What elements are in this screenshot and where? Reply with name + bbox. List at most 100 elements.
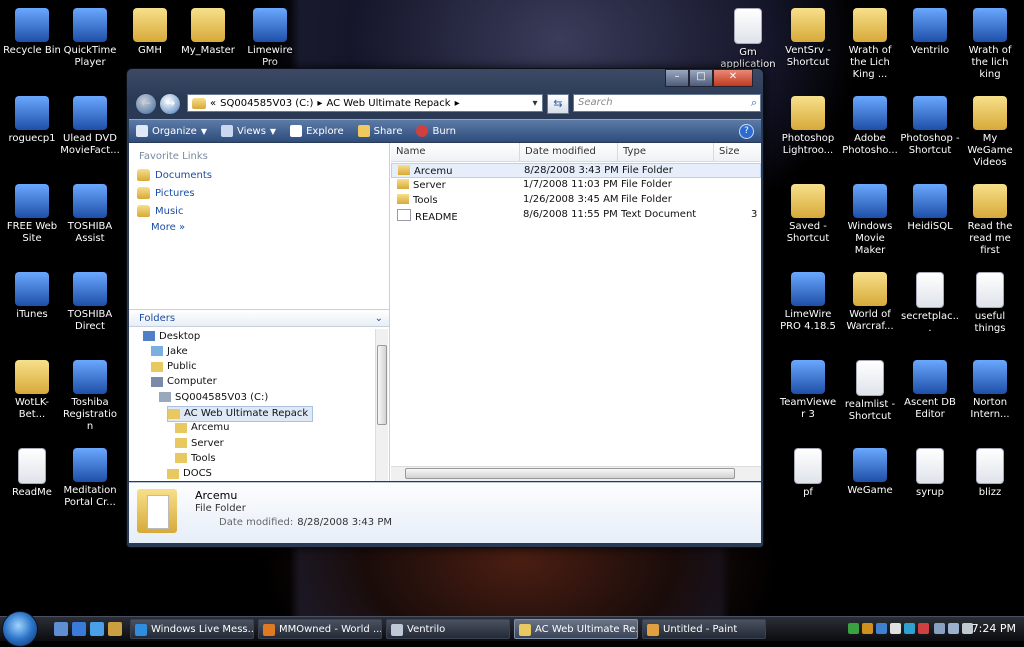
start-button[interactable] [2,611,38,647]
desktop-icon[interactable]: Wrath of the lich king [960,4,1020,84]
tree-scrollbar[interactable] [375,329,388,481]
tree-node[interactable]: Jake [151,344,188,358]
desktop-icon[interactable]: My WeGame Videos [960,92,1020,172]
taskbar-button[interactable]: MMOwned - World ... [258,619,382,639]
folders-header[interactable]: Folders ⌄ [129,309,389,327]
tree-node[interactable]: AC Web Ultimate Repack [167,405,314,422]
tree-node[interactable]: Server [175,436,224,450]
burn-button[interactable]: Burn [409,120,462,142]
tray-app-icon[interactable] [904,623,915,634]
desktop-icon[interactable]: Read the read me first [960,180,1020,260]
minimize-button[interactable]: – [665,69,689,87]
desktop-icon[interactable]: QuickTime Player [60,4,120,84]
chevron-down-icon[interactable]: ▾ [528,98,542,109]
internet-explorer-icon[interactable] [90,622,104,636]
tray-app-icon[interactable] [848,623,859,634]
tray-app-icon[interactable] [876,623,887,634]
desktop-icon[interactable]: FREE Web Site [2,180,62,260]
maximize-button[interactable]: □ [689,69,713,87]
desktop-icon[interactable]: Adobe Photosho... [840,92,900,172]
tray-app-icon[interactable] [918,623,929,634]
refresh-button[interactable]: ⇆ [547,94,569,114]
file-row[interactable]: Server 1/7/2008 11:03 PM File Folder [391,178,761,193]
taskbar-button[interactable]: AC Web Ultimate Re... [514,619,638,639]
taskbar-button[interactable]: Untitled - Paint [642,619,766,639]
favorite-pictures[interactable]: Pictures [129,184,389,202]
desktop-icon[interactable]: roguecp1 [2,92,62,172]
views-button[interactable]: Views ▼ [214,120,283,142]
scrollbar-thumb[interactable] [377,345,387,425]
file-row[interactable]: Tools 1/26/2008 3:45 AM File Folder [391,193,761,208]
breadcrumb-folder[interactable]: AC Web Ultimate Repack [326,98,450,109]
breadcrumb-separator[interactable]: ▸ [455,98,460,109]
desktop-icon[interactable]: HeidiSQL [900,180,960,260]
desktop-icon[interactable]: Ascent DB Editor [900,356,960,436]
desktop-icon[interactable]: blizz [960,444,1020,524]
column-date-modified[interactable]: Date modified [519,143,617,161]
desktop-icon[interactable]: LimeWire PRO 4.18.5 [778,268,838,348]
desktop-icon[interactable]: World of Warcraf... [840,268,900,348]
desktop-icon[interactable]: Wrath of the Lich King ... [840,4,900,84]
tray-app-icon[interactable] [890,623,901,634]
desktop-icon[interactable]: pf [778,444,838,524]
back-button[interactable]: ← [135,93,157,115]
file-row[interactable]: README 8/6/2008 11:55 PM Text Document 3 [391,208,761,223]
help-button[interactable]: ? [732,120,761,142]
breadcrumb-separator[interactable]: ▸ [317,98,322,109]
tree-node[interactable]: SQ004585V03 (C:) [159,390,268,404]
desktop-icon[interactable]: Meditation Portal Cr... [60,444,120,524]
desktop-icon[interactable]: VentSrv - Shortcut [778,4,838,84]
tray-app-icon[interactable] [862,623,873,634]
desktop-icon[interactable]: Recycle Bin [2,4,62,84]
network-icon[interactable] [934,623,945,634]
desktop-icon[interactable]: useful things [960,268,1020,348]
close-button[interactable]: ✕ [713,69,753,87]
desktop-icon[interactable]: TOSHIBA Assist [60,180,120,260]
taskbar-button[interactable]: Windows Live Mess... [130,619,254,639]
clock[interactable]: 7:24 PM [972,617,1016,641]
share-button[interactable]: Share [351,120,410,142]
scrollbar-thumb[interactable] [405,468,735,479]
favorite-documents[interactable]: Documents [129,166,389,184]
column-type[interactable]: Type [617,143,713,161]
more-link[interactable]: More » [129,220,389,235]
forward-button[interactable]: → [159,93,181,115]
taskbar-button[interactable]: Ventrilo [386,619,510,639]
column-size[interactable]: Size [713,143,761,161]
search-input[interactable]: Search ⌕ [573,94,761,112]
desktop-icon[interactable]: Saved - Shortcut [778,180,838,260]
desktop-icon[interactable]: Toshiba Registration [60,356,120,436]
desktop-icon[interactable]: Windows Movie Maker [840,180,900,260]
tree-node[interactable]: Arcemu [175,421,229,435]
desktop-icon[interactable]: Norton Intern... [960,356,1020,436]
switch-windows-icon[interactable] [72,622,86,636]
desktop-icon[interactable]: TOSHIBA Direct [60,268,120,348]
organize-button[interactable]: Organize ▼ [129,120,214,142]
tree-node[interactable]: Computer [151,375,217,389]
tree-node[interactable]: Desktop [143,329,200,343]
favorite-music[interactable]: Music [129,202,389,220]
search-icon[interactable]: ⌕ [751,96,757,110]
show-desktop-icon[interactable] [54,622,68,636]
desktop-icon[interactable]: syrup [900,444,960,524]
quick-launch-more-icon[interactable] [108,622,122,636]
tree-node[interactable]: Tools [175,451,216,465]
desktop-icon[interactable]: iTunes [2,268,62,348]
desktop-icon[interactable]: Photoshop - Shortcut [900,92,960,172]
desktop-icon[interactable]: Photoshop Lightroo... [778,92,838,172]
breadcrumb-drive[interactable]: SQ004585V03 (C:) [220,98,313,109]
volume-icon[interactable] [948,623,959,634]
desktop-icon[interactable]: Ventrilo [900,4,960,84]
desktop-icon[interactable]: ReadMe [2,444,62,524]
address-bar[interactable]: « SQ004585V03 (C:) ▸ AC Web Ultimate Rep… [187,94,543,112]
file-row[interactable]: Arcemu 8/28/2008 3:43 PM File Folder [391,163,761,178]
desktop-icon[interactable]: secretplac... [900,268,960,348]
file-list-scrollbar[interactable] [391,466,761,481]
desktop-icon[interactable]: WotLK-Bet... [2,356,62,436]
desktop-icon[interactable]: TeamViewer 3 [778,356,838,436]
tree-node[interactable]: Public [151,360,197,374]
desktop-icon[interactable]: Ulead DVD MovieFact... [60,92,120,172]
explore-button[interactable]: Explore [283,120,351,142]
column-name[interactable]: Name [391,143,519,161]
tree-node[interactable]: DOCS [167,467,212,481]
